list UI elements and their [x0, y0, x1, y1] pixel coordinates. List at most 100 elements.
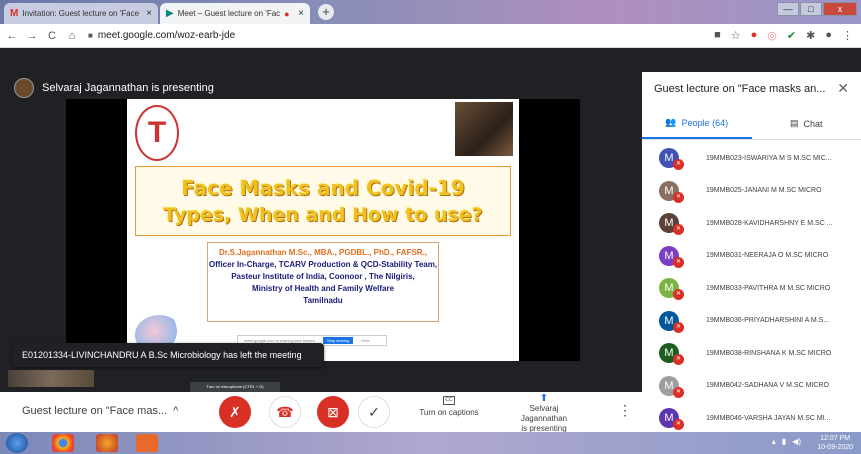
- participant-row[interactable]: M ✕ 19MMB028-KAVIDHARSHNY E M.SC ...: [642, 207, 861, 240]
- mic-off-icon: ✕: [673, 256, 684, 268]
- present-now-button[interactable]: ⬆ Selvaraj Jagannathan is presenting: [508, 394, 580, 434]
- volume-icon[interactable]: ◀): [792, 437, 801, 446]
- meeting-side-panel: Guest lecture on "Face masks an... ✕ 👥 P…: [642, 72, 861, 432]
- extension-icon[interactable]: ◎: [767, 29, 777, 42]
- checkmark-icon[interactable]: ✔: [787, 29, 796, 42]
- participant-row[interactable]: M ✕ 19MMB031-NEERAJA O M.SC MICRO: [642, 240, 861, 273]
- close-icon[interactable]: ✕: [837, 80, 849, 97]
- participant-row[interactable]: M ✕ 19MMB033-PAVITHRA M M.SC MICRO: [642, 272, 861, 305]
- notification-text: E01201334-LIVINCHANDRU A B.Sc Microbiolo…: [22, 350, 302, 360]
- close-icon[interactable]: ×: [146, 8, 152, 19]
- chevron-up-icon: ^: [173, 405, 179, 417]
- slide-author-box: Dr.S.Jagannathan M.Sc., MBA., PGDBL., Ph…: [207, 242, 439, 322]
- tab-gmail-invitation[interactable]: M Invitation: Guest lecture on 'Face ×: [4, 3, 158, 24]
- participant-name: 19MMB031-NEERAJA O M.SC MICRO: [706, 252, 829, 260]
- clock-time: 12:07 PM: [820, 435, 851, 442]
- chrome-icon[interactable]: [52, 434, 74, 452]
- back-icon[interactable]: ←: [4, 30, 20, 42]
- slide-subtitle: Types, When and How to use?: [163, 204, 483, 226]
- minimize-button[interactable]: —: [777, 2, 799, 16]
- firefox-icon[interactable]: [96, 434, 118, 452]
- extension-icon[interactable]: ●: [751, 29, 758, 42]
- browser-tab-bar: M Invitation: Guest lecture on 'Face × ▶…: [0, 0, 861, 24]
- panel-title: Guest lecture on "Face masks an...: [654, 83, 826, 95]
- participant-name: 19MMB042-SADHANA V M.SC MICRO: [706, 382, 829, 390]
- window-close-button[interactable]: x: [823, 2, 857, 16]
- leave-call-button[interactable]: ☎: [269, 396, 301, 428]
- profile-icon[interactable]: ●: [825, 29, 832, 42]
- participant-name: 19MMB033-PAVITHRA M M.SC MICRO: [706, 284, 831, 292]
- participant-row[interactable]: M ✕ 19MMB036-PRIYADHARSHINI A M.S...: [642, 305, 861, 338]
- hide-button[interactable]: Hide: [361, 338, 369, 343]
- chevron-up-icon[interactable]: ▴: [772, 437, 776, 446]
- captions-button[interactable]: CC Turn on captions: [416, 396, 482, 417]
- present-icon: ⬆: [539, 393, 549, 404]
- institute-logo: T: [135, 105, 179, 161]
- mic-off-icon: ✕: [673, 159, 684, 170]
- participant-row[interactable]: M ✕ 19MMB042-SADHANA V M.SC MICRO: [642, 370, 861, 403]
- meet-icon: ▶: [166, 8, 174, 19]
- participant-name: 19MMB023-ISWARIYA M S M.SC MIC...: [706, 154, 832, 162]
- more-options-icon[interactable]: ⋮: [618, 402, 632, 419]
- camera-icon[interactable]: ■: [714, 29, 721, 42]
- raise-hand-button[interactable]: ✓: [358, 396, 390, 428]
- maximize-button[interactable]: □: [800, 2, 822, 16]
- tab-people[interactable]: 👥 People (64): [642, 108, 752, 139]
- presenter-header: Selvaraj Jagannathan is presenting: [14, 78, 214, 98]
- captions-icon: CC: [443, 396, 455, 405]
- presenter-label: Selvaraj Jagannathan is presenting: [42, 82, 214, 94]
- tab-label: Meet – Guest lecture on 'Fac: [177, 9, 281, 18]
- camera-button[interactable]: ⊠: [317, 396, 349, 428]
- tab-meet[interactable]: ▶ Meet – Guest lecture on 'Fac ● ×: [160, 3, 310, 24]
- microphone-tooltip: Turn on microphone (CTRL + D): [190, 382, 280, 392]
- author-state: Tamilnadu: [303, 296, 343, 305]
- panel-tabs: 👥 People (64) ▤ Chat: [642, 108, 861, 140]
- meeting-name: Guest lecture on "Face mas...: [22, 405, 168, 417]
- participant-row[interactable]: M ✕ 19MMB046-VARSHA JAYAN M.SC MI...: [642, 402, 861, 435]
- author-role: Officer In-Charge, TCARV Production & QC…: [208, 260, 438, 269]
- tab-chat[interactable]: ▤ Chat: [752, 108, 861, 139]
- menu-icon[interactable]: ⋮: [842, 29, 853, 42]
- participant-name: 19MMB028-KAVIDHARSHNY E M.SC ...: [706, 219, 833, 227]
- meeting-details-button[interactable]: Guest lecture on "Face mas... ^: [22, 405, 178, 417]
- presenting-name: Selvaraj Jagannathan: [520, 404, 568, 423]
- chat-icon: ▤: [789, 118, 799, 128]
- system-clock[interactable]: 12:07 PM 10-09-2020: [817, 434, 853, 452]
- author-ministry: Ministry of Health and Family Welfare: [251, 284, 395, 293]
- url-field[interactable]: ■ meet.google.com/woz-earb-jde: [88, 30, 235, 41]
- tab-label: Invitation: Guest lecture on 'Face: [22, 9, 140, 18]
- participant-name: 19MMB046-VARSHA JAYAN M.SC MI...: [706, 414, 831, 422]
- slide-title-box: Face Masks and Covid-19 Types, When and …: [135, 166, 511, 236]
- home-icon[interactable]: ⌂: [64, 30, 80, 42]
- avatar: [14, 78, 34, 98]
- meet-control-bar: Guest lecture on "Face mas... ^ ✗ ☎ ⊠ ✓ …: [0, 392, 642, 434]
- mic-off-icon: ✕: [673, 419, 684, 430]
- clock-date: 10-09-2020: [817, 444, 853, 451]
- media-icon[interactable]: [136, 434, 158, 452]
- puzzle-icon[interactable]: ✱: [806, 29, 815, 42]
- close-icon[interactable]: ×: [298, 8, 304, 19]
- participant-name: 19MMB036-PRIYADHARSHINI A M.S...: [706, 317, 830, 325]
- participant-row[interactable]: M ✕ 19MMB025-JANANI M M.SC MICRO: [642, 175, 861, 208]
- mic-off-icon: ✗: [229, 403, 241, 420]
- checkmark-icon: ✓: [368, 403, 380, 420]
- forward-icon[interactable]: →: [24, 30, 40, 42]
- address-bar: ← → C ⌂ ■ meet.google.com/woz-earb-jde ■…: [0, 24, 861, 48]
- participant-name: 19MMB038-RINSHANA K M.SC MICRO: [706, 349, 832, 357]
- new-tab-button[interactable]: +: [318, 4, 334, 20]
- start-button[interactable]: [6, 433, 28, 453]
- star-icon[interactable]: ☆: [731, 29, 741, 42]
- url-text: meet.google.com/woz-earb-jde: [97, 30, 236, 41]
- participant-row[interactable]: M ✕ 19MMB038-RINSHANA K M.SC MICRO: [642, 337, 861, 370]
- hang-up-icon: ☎: [276, 403, 294, 420]
- microphone-button[interactable]: ✗: [219, 396, 251, 428]
- author-name: Dr.S.Jagannathan M.Sc., MBA., PGDBL., Ph…: [218, 248, 428, 257]
- mic-off-icon: ✕: [673, 354, 684, 365]
- lock-icon: ■: [88, 31, 93, 40]
- tab-people-label: People (64): [681, 117, 729, 128]
- stop-sharing-button[interactable]: Stop sharing: [322, 337, 354, 344]
- participant-row[interactable]: M ✕ 19MMB023-ISWARIYA M S M.SC MIC...: [642, 142, 861, 175]
- network-icon[interactable]: ▮: [782, 437, 786, 446]
- reload-icon[interactable]: C: [44, 30, 60, 42]
- mic-off-icon: ✕: [673, 321, 684, 333]
